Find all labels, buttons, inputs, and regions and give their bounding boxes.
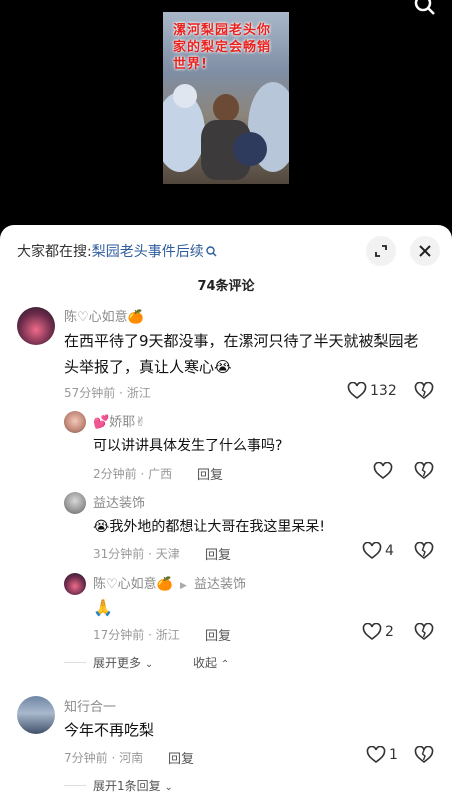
reply-username[interactable]: 💕娇耶✌ xyxy=(93,411,146,430)
reply-arrow-icon: ▶ xyxy=(179,581,187,591)
expand-more-label: 展开更多 xyxy=(93,656,142,670)
expand-button[interactable] xyxy=(366,236,396,266)
video-thumbnail[interactable]: 漯河梨园老头你家的梨定会畅销世界! xyxy=(163,12,289,184)
video-area[interactable]: 漯河梨园老头你家的梨定会畅销世界! xyxy=(0,0,452,225)
reply-target[interactable]: 益达装饰 xyxy=(194,577,246,592)
like-button[interactable]: 2 xyxy=(362,623,394,641)
comment-username[interactable]: 陈♡心如意🍊 xyxy=(64,306,144,325)
reply-button[interactable]: 回复 xyxy=(168,748,194,767)
comment-username[interactable]: 知行合一 xyxy=(64,696,116,715)
dislike-button[interactable] xyxy=(414,462,434,480)
expand-icon xyxy=(374,244,388,258)
reply-author[interactable]: 陈♡心如意🍊 xyxy=(93,577,173,592)
heart-icon xyxy=(362,623,382,641)
avatar[interactable] xyxy=(17,696,55,734)
chevron-up-icon: ⌃ xyxy=(220,659,230,670)
collapse-label: 收起 xyxy=(193,656,218,670)
broken-heart-icon xyxy=(414,382,434,400)
comment-text: 在西平待了9天都没事，在漯河只待了半天就被梨园老 头举报了，真让人寒心😭 xyxy=(64,328,439,380)
heart-icon xyxy=(362,542,382,560)
reply-text: 😭我外地的都想让大哥在我这里呆呆! xyxy=(93,519,325,535)
search-icon[interactable] xyxy=(414,0,436,16)
dislike-button[interactable] xyxy=(414,623,434,641)
avatar[interactable] xyxy=(64,492,86,514)
divider xyxy=(64,662,86,663)
search-small-icon xyxy=(206,246,217,257)
heart-icon xyxy=(373,462,393,480)
broken-heart-icon xyxy=(414,623,434,641)
comment-count: 74条评论 xyxy=(197,279,255,294)
reply-text: 可以讲讲具体发生了什么事吗? xyxy=(93,438,283,454)
reply-username[interactable]: 益达装饰 xyxy=(93,492,145,511)
like-count: 1 xyxy=(389,747,398,763)
heart-icon xyxy=(366,746,386,764)
reply-button[interactable]: 回复 xyxy=(205,625,231,644)
heart-icon xyxy=(347,382,367,400)
like-button[interactable]: 132 xyxy=(347,382,397,400)
expand-more-button[interactable]: 展开更多 ⌄ xyxy=(93,654,153,671)
like-count: 2 xyxy=(385,624,394,640)
reply-meta: 31分钟前 · 天津 xyxy=(93,547,180,561)
broken-heart-icon xyxy=(414,542,434,560)
reply-meta: 2分钟前 · 广西 xyxy=(93,467,173,481)
comment-text-line: 头举报了，真让人寒心😭 xyxy=(64,358,232,376)
chevron-down-icon: ⌄ xyxy=(164,782,173,793)
chevron-down-icon: ⌄ xyxy=(144,659,154,670)
broken-heart-icon xyxy=(414,746,434,764)
hot-search[interactable]: 大家都在搜:梨园老头事件后续 xyxy=(17,241,217,261)
dislike-button[interactable] xyxy=(414,382,434,400)
comment-meta: 57分钟前 · 浙江 xyxy=(64,386,151,400)
comment-meta: 7分钟前 · 河南 xyxy=(64,751,144,765)
reply-button[interactable]: 回复 xyxy=(205,544,231,563)
hot-search-link[interactable]: 梨园老头事件后续 xyxy=(92,244,204,260)
reply-text: 🙏 xyxy=(93,598,113,617)
hot-search-prefix: 大家都在搜: xyxy=(17,244,92,260)
like-count: 4 xyxy=(385,543,394,559)
expand-replies-label: 展开1条回复 xyxy=(93,779,161,793)
avatar[interactable] xyxy=(64,573,86,595)
comment-text: 今年不再吃梨 xyxy=(64,721,155,739)
reply-username: 陈♡心如意🍊 ▶ 益达装饰 xyxy=(93,573,246,592)
avatar[interactable] xyxy=(17,307,55,345)
dislike-button[interactable] xyxy=(414,542,434,560)
close-button[interactable] xyxy=(410,236,440,266)
reply-meta: 17分钟前 · 浙江 xyxy=(93,628,180,642)
broken-heart-icon xyxy=(414,462,434,480)
collapse-button[interactable]: 收起 ⌃ xyxy=(193,654,229,671)
close-icon xyxy=(419,245,431,257)
like-button[interactable] xyxy=(373,462,393,480)
divider xyxy=(64,785,86,786)
video-caption: 漯河梨园老头你家的梨定会畅销世界! xyxy=(173,23,272,72)
dislike-button[interactable] xyxy=(414,746,434,764)
comments-sheet: 大家都在搜:梨园老头事件后续 74条评论 陈♡心如意🍊 在西平待了9天都没事，在… xyxy=(0,225,452,800)
comment-text-line: 在西平待了9天都没事，在漯河只待了半天就被梨园老 xyxy=(64,332,419,350)
like-button[interactable]: 1 xyxy=(366,746,398,764)
avatar[interactable] xyxy=(64,411,86,433)
reply-button[interactable]: 回复 xyxy=(197,464,223,483)
like-button[interactable]: 4 xyxy=(362,542,394,560)
like-count: 132 xyxy=(370,383,397,399)
expand-replies-button[interactable]: 展开1条回复 ⌄ xyxy=(93,777,173,794)
